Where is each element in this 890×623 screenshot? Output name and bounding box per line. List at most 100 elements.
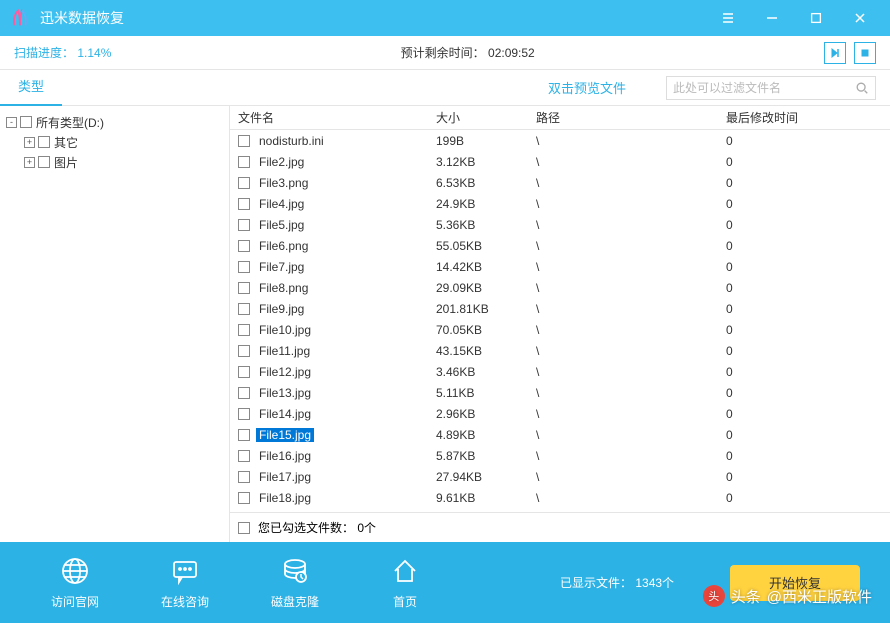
file-time: 0 [726, 239, 890, 253]
table-row[interactable]: File7.jpg14.42KB\0 [230, 256, 890, 277]
table-row[interactable]: File10.jpg70.05KB\0 [230, 319, 890, 340]
row-checkbox[interactable] [238, 135, 250, 147]
table-row[interactable]: File18.jpg9.61KB\0 [230, 487, 890, 508]
row-checkbox[interactable] [238, 303, 250, 315]
file-name: File11.jpg [256, 344, 313, 358]
file-path: \ [536, 323, 726, 337]
file-time: 0 [726, 197, 890, 211]
file-time: 0 [726, 407, 890, 421]
file-path: \ [536, 428, 726, 442]
tree-checkbox[interactable] [38, 156, 50, 168]
file-size: 5.87KB [436, 449, 536, 463]
row-checkbox[interactable] [238, 471, 250, 483]
expand-icon[interactable]: + [24, 157, 35, 168]
row-checkbox[interactable] [238, 324, 250, 336]
clone-button[interactable]: 磁盘克隆 [240, 555, 350, 610]
chat-button[interactable]: 在线咨询 [130, 555, 240, 610]
row-checkbox[interactable] [238, 177, 250, 189]
row-checkbox[interactable] [238, 408, 250, 420]
file-time: 0 [726, 365, 890, 379]
file-size: 43.15KB [436, 344, 536, 358]
row-checkbox[interactable] [238, 450, 250, 462]
skip-button[interactable] [824, 42, 846, 64]
table-row[interactable]: nodisturb.ini199B\0 [230, 130, 890, 151]
table-row[interactable]: File9.jpg201.81KB\0 [230, 298, 890, 319]
file-name: File9.jpg [256, 302, 307, 316]
file-path: \ [536, 260, 726, 274]
chat-label: 在线咨询 [161, 593, 209, 610]
col-size[interactable]: 大小 [436, 109, 536, 126]
recover-button[interactable]: 开始恢复 [730, 565, 860, 601]
file-time: 0 [726, 260, 890, 274]
row-checkbox[interactable] [238, 219, 250, 231]
row-checkbox[interactable] [238, 198, 250, 210]
file-name: File18.jpg [256, 491, 314, 505]
file-size: 5.11KB [436, 386, 536, 400]
tree-root[interactable]: - 所有类型(D:) [4, 112, 225, 132]
home-button[interactable]: 首页 [350, 555, 460, 610]
selected-value: 0个 [357, 521, 376, 535]
table-row[interactable]: File4.jpg24.9KB\0 [230, 193, 890, 214]
shown-label: 已显示文件： [560, 576, 632, 590]
file-path: \ [536, 386, 726, 400]
file-path: \ [536, 239, 726, 253]
minimize-button[interactable] [750, 0, 794, 36]
table-row[interactable]: File2.jpg3.12KB\0 [230, 151, 890, 172]
table-row[interactable]: File13.jpg5.11KB\0 [230, 382, 890, 403]
file-time: 0 [726, 155, 890, 169]
tree-checkbox[interactable] [20, 116, 32, 128]
file-path: \ [536, 449, 726, 463]
row-checkbox[interactable] [238, 261, 250, 273]
website-button[interactable]: 访问官网 [20, 555, 130, 610]
table-row[interactable]: File14.jpg2.96KB\0 [230, 403, 890, 424]
file-time: 0 [726, 491, 890, 505]
file-path: \ [536, 134, 726, 148]
row-checkbox[interactable] [238, 429, 250, 441]
menu-button[interactable] [706, 0, 750, 36]
row-checkbox[interactable] [238, 156, 250, 168]
row-checkbox[interactable] [238, 240, 250, 252]
file-name: File3.png [256, 176, 311, 190]
search-input[interactable] [673, 81, 855, 95]
table-row[interactable]: File15.jpg4.89KB\0 [230, 424, 890, 445]
file-name: File16.jpg [256, 449, 314, 463]
col-name[interactable]: 文件名 [230, 109, 436, 126]
file-time: 0 [726, 134, 890, 148]
table-row[interactable]: File5.jpg5.36KB\0 [230, 214, 890, 235]
file-time: 0 [726, 176, 890, 190]
maximize-button[interactable] [794, 0, 838, 36]
table-row[interactable]: File12.jpg3.46KB\0 [230, 361, 890, 382]
collapse-icon[interactable]: - [6, 117, 17, 128]
titlebar: 迅米数据恢复 [0, 0, 890, 36]
select-all-checkbox[interactable] [238, 522, 250, 534]
table-row[interactable]: File3.png6.53KB\0 [230, 172, 890, 193]
stop-button[interactable] [854, 42, 876, 64]
col-path[interactable]: 路径 [536, 109, 726, 126]
tree-item-other[interactable]: + 其它 [4, 132, 225, 152]
table-row[interactable]: File6.png55.05KB\0 [230, 235, 890, 256]
file-time: 0 [726, 323, 890, 337]
tree-item-image[interactable]: + 图片 [4, 152, 225, 172]
tree-checkbox[interactable] [38, 136, 50, 148]
tab-type[interactable]: 类型 [0, 70, 62, 106]
row-checkbox[interactable] [238, 366, 250, 378]
table-row[interactable]: File11.jpg43.15KB\0 [230, 340, 890, 361]
file-path: \ [536, 155, 726, 169]
file-list[interactable]: nodisturb.ini199B\0File2.jpg3.12KB\0File… [230, 130, 890, 512]
shown-value: 1343个 [635, 576, 674, 590]
file-size: 201.81KB [436, 302, 536, 316]
close-button[interactable] [838, 0, 882, 36]
col-time[interactable]: 最后修改时间 [726, 109, 890, 126]
file-name: File5.jpg [256, 218, 307, 232]
file-path: \ [536, 218, 726, 232]
table-row[interactable]: File16.jpg5.87KB\0 [230, 445, 890, 466]
table-row[interactable]: File8.png29.09KB\0 [230, 277, 890, 298]
row-checkbox[interactable] [238, 282, 250, 294]
row-checkbox[interactable] [238, 492, 250, 504]
table-row[interactable]: File17.jpg27.94KB\0 [230, 466, 890, 487]
row-checkbox[interactable] [238, 345, 250, 357]
expand-icon[interactable]: + [24, 137, 35, 148]
row-checkbox[interactable] [238, 387, 250, 399]
search-box[interactable] [666, 76, 876, 100]
file-path: \ [536, 344, 726, 358]
